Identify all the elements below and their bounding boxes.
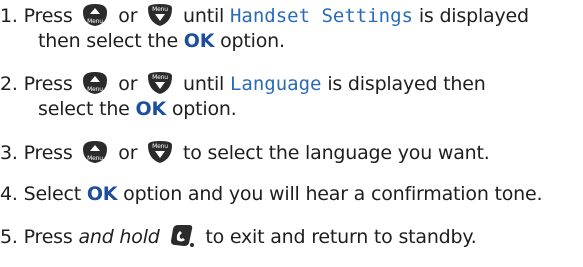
step-2-line-2: select the OK option. (0, 96, 583, 122)
step-text: option and you will hear a confirmation … (123, 183, 543, 205)
step-text: option. (220, 30, 285, 52)
step-number: 5. (0, 226, 18, 248)
step-text: is displayed (418, 5, 529, 27)
step-text: to exit and return to standby. (205, 226, 477, 248)
step-5: 5. Press and hold to exit and return to … (0, 223, 583, 249)
key-caption: Menu (152, 6, 168, 13)
step-2: 2. Press Menu or Menu until Language is … (0, 70, 583, 122)
step-text: to select the language you want. (183, 142, 490, 164)
step-text: until (183, 5, 225, 27)
step-number: 3. (0, 142, 18, 164)
step-text: select the (38, 98, 130, 120)
up-key-icon: Menu (80, 2, 110, 28)
step-number: 1. (0, 5, 18, 27)
step-text: is displayed then (327, 73, 486, 95)
up-key-icon: Menu (80, 139, 110, 165)
step-text: Press (23, 73, 73, 95)
emphasis-text: and hold (78, 226, 160, 248)
step-text: or (118, 5, 138, 27)
down-key-icon: Menu (145, 139, 175, 165)
ok-label: OK (183, 30, 215, 52)
step-4: 4. Select OK option and you will hear a … (0, 181, 583, 207)
key-caption: Menu (88, 86, 104, 93)
display-text: Language (229, 73, 322, 95)
step-text: Press (23, 142, 73, 164)
step-5-line-1: 5. Press and hold to exit and return to … (0, 223, 583, 249)
step-text: until (183, 73, 225, 95)
step-text: or (118, 73, 138, 95)
step-text: option. (171, 98, 237, 120)
key-caption: Menu (88, 18, 104, 25)
step-1: 1. Press Menu or Menu until Handset Sett… (0, 2, 583, 54)
display-text: Handset Settings (229, 5, 413, 27)
step-text: Press (23, 5, 73, 27)
instruction-steps: 1. Press Menu or Menu until Handset Sett… (0, 0, 583, 267)
key-caption: Menu (152, 143, 168, 150)
step-text: then select the (38, 30, 178, 52)
up-key-icon: Menu (80, 70, 110, 96)
ok-label: OK (86, 183, 118, 205)
step-1-line-2: then select the OK option. (0, 28, 583, 54)
down-key-icon: Menu (145, 70, 175, 96)
end-call-key-icon (167, 223, 197, 249)
down-key-icon: Menu (145, 2, 175, 28)
step-3: 3. Press Menu or Menu to select the lang… (0, 139, 583, 165)
step-number: 2. (0, 73, 18, 95)
step-number: 4. (0, 183, 18, 205)
step-text: Press (23, 226, 73, 248)
step-2-line-1: 2. Press Menu or Menu until Language is … (0, 70, 583, 96)
step-text: or (118, 142, 138, 164)
step-1-line-1: 1. Press Menu or Menu until Handset Sett… (0, 2, 583, 28)
step-text: Select (23, 183, 82, 205)
step-3-line-1: 3. Press Menu or Menu to select the lang… (0, 139, 583, 165)
key-caption: Menu (88, 155, 104, 162)
key-caption: Menu (152, 74, 168, 81)
ok-label: OK (135, 98, 167, 120)
step-4-line-1: 4. Select OK option and you will hear a … (0, 181, 583, 207)
